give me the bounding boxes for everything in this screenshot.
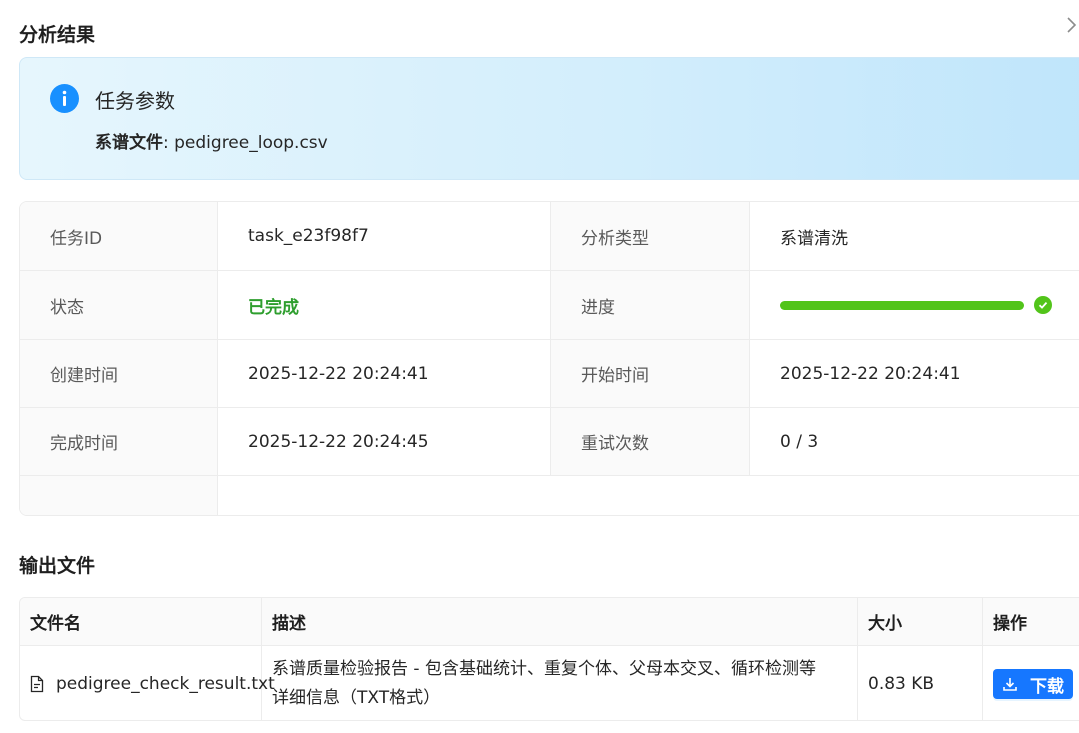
created-time-value: 2025-12-22 20:24:41 — [218, 340, 551, 407]
table-row: pedigree_check_result.txt 系谱质量检验报告 - 包含基… — [20, 646, 1079, 720]
task-details-table: 任务ID task_e23f98f7 分析类型 系谱清洗 状态 已完成 进度 创… — [19, 201, 1079, 516]
file-text-icon — [30, 675, 44, 693]
progress-cell — [750, 271, 1079, 339]
param-value: pedigree_loop.csv — [174, 133, 328, 153]
page-title: 分析结果 — [19, 24, 96, 46]
finish-time-value: 2025-12-22 20:24:45 — [218, 408, 551, 475]
start-time-label: 开始时间 — [551, 340, 750, 407]
download-icon — [1003, 678, 1017, 691]
file-size: 0.83 KB — [858, 646, 983, 720]
detail-row-empty — [20, 476, 1079, 515]
status-label: 状态 — [20, 271, 218, 339]
empty-value — [218, 476, 1079, 515]
output-files-table: 文件名 描述 大小 操作 pedigree_check_result.txt 系… — [19, 597, 1079, 721]
retry-count-value: 0 / 3 — [780, 431, 819, 452]
column-header-action: 操作 — [993, 614, 1027, 634]
detail-row: 状态 已完成 进度 — [20, 271, 1079, 340]
detail-row: 任务ID task_e23f98f7 分析类型 系谱清洗 — [20, 202, 1079, 271]
chevron-right-icon[interactable] — [1065, 14, 1079, 36]
retry-count-label: 重试次数 — [551, 408, 750, 475]
start-time-value: 2025-12-22 20:24:41 — [780, 363, 961, 384]
file-name: pedigree_check_result.txt — [56, 674, 275, 694]
download-label: 下载 — [1030, 676, 1064, 697]
column-header-name: 文件名 — [20, 598, 262, 645]
detail-row: 创建时间 2025-12-22 20:24:41 开始时间 2025-12-22… — [20, 340, 1079, 408]
progress-label: 进度 — [551, 271, 750, 339]
task-id-label: 任务ID — [20, 202, 218, 270]
output-files-title: 输出文件 — [19, 555, 96, 577]
file-desc-cell: 系谱质量检验报告 - 包含基础统计、重复个体、父母本交叉、循环检测等 详细信息（… — [262, 646, 858, 720]
empty-label — [20, 476, 218, 515]
alert-description: 系谱文件: pedigree_loop.csv — [95, 133, 328, 153]
table-header: 文件名 描述 大小 操作 — [20, 598, 1079, 646]
task-params-alert: 任务参数 系谱文件: pedigree_loop.csv — [19, 57, 1079, 180]
status-cell: 已完成 — [218, 271, 551, 339]
file-description-line: 系谱质量检验报告 - 包含基础统计、重复个体、父母本交叉、循环检测等 — [272, 659, 816, 679]
detail-row: 完成时间 2025-12-22 20:24:45 重试次数 0 / 3 — [20, 408, 1079, 476]
finish-time-label: 完成时间 — [20, 408, 218, 475]
progress-bar — [780, 300, 1024, 310]
status-badge: 已完成 — [248, 297, 299, 318]
info-icon — [50, 84, 79, 113]
created-time-label: 创建时间 — [20, 340, 218, 407]
column-header-desc: 描述 — [262, 598, 858, 645]
column-header-size: 大小 — [858, 598, 983, 645]
alert-title: 任务参数 — [95, 89, 175, 113]
download-button[interactable]: 下载 — [993, 669, 1073, 699]
check-circle-icon — [1034, 296, 1052, 314]
analysis-type-label: 分析类型 — [551, 202, 750, 270]
analysis-type-value: 系谱清洗 — [780, 228, 848, 249]
file-action-cell: 下载 — [983, 646, 1079, 720]
file-description-line: 详细信息（TXT格式） — [272, 688, 441, 708]
file-name-cell: pedigree_check_result.txt — [20, 646, 275, 720]
task-id-value: task_e23f98f7 — [218, 202, 551, 270]
param-label: 系谱文件 — [95, 133, 163, 153]
